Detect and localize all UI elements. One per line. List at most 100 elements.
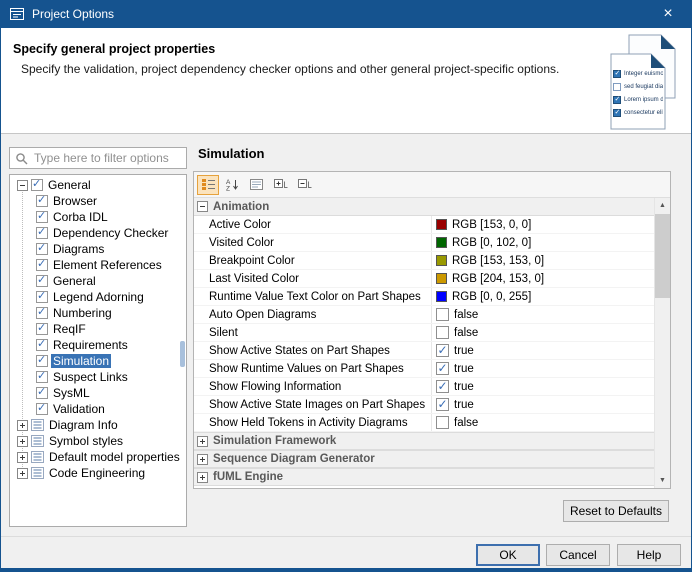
collapse-toggle-icon[interactable] — [17, 180, 28, 191]
property-value[interactable]: RGB [0, 102, 0] — [432, 234, 654, 251]
value-checkbox[interactable] — [436, 416, 449, 429]
scrollbar-thumb[interactable] — [655, 214, 670, 298]
value-checkbox[interactable] — [436, 398, 449, 411]
property-row[interactable]: Breakpoint ColorRGB [153, 153, 0] — [194, 252, 654, 270]
property-row[interactable]: Show Runtime Values on Part Shapestrue — [194, 360, 654, 378]
collapse-all-icon[interactable] — [293, 175, 315, 195]
tree-checkbox[interactable] — [36, 323, 48, 335]
tree-checkbox[interactable] — [36, 403, 48, 415]
color-swatch[interactable] — [436, 291, 447, 302]
tree-checkbox[interactable] — [36, 291, 48, 303]
tree-item[interactable]: SysML — [10, 385, 186, 401]
property-value[interactable]: false — [432, 414, 654, 431]
expand-toggle-icon[interactable] — [17, 468, 28, 479]
tree-checkbox[interactable] — [36, 339, 48, 351]
tree-item[interactable]: Requirements — [10, 337, 186, 353]
cancel-button[interactable]: Cancel — [546, 544, 610, 566]
tree-item[interactable]: Diagrams — [10, 241, 186, 257]
tree-item[interactable]: Suspect Links — [10, 369, 186, 385]
close-icon[interactable]: × — [645, 0, 691, 28]
categorized-view-icon[interactable] — [197, 175, 219, 195]
property-value[interactable]: RGB [0, 0, 255] — [432, 288, 654, 305]
tree-item[interactable]: Code Engineering — [10, 465, 186, 481]
tree-item[interactable]: General — [10, 273, 186, 289]
expand-toggle-icon[interactable] — [17, 452, 28, 463]
sort-alphabetically-icon[interactable]: AZ — [221, 175, 243, 195]
tree-item[interactable]: Legend Adorning — [10, 289, 186, 305]
tree-item[interactable]: ReqIF — [10, 321, 186, 337]
value-checkbox[interactable] — [436, 344, 449, 357]
tree-checkbox[interactable] — [36, 371, 48, 383]
value-checkbox[interactable] — [436, 326, 449, 339]
properties-scrollbar[interactable] — [654, 198, 670, 488]
property-group-row[interactable]: fUML Engine — [194, 468, 654, 486]
property-row[interactable]: Silentfalse — [194, 324, 654, 342]
tree-item[interactable]: General — [10, 177, 186, 193]
property-row[interactable]: Show Active State Images on Part Shapest… — [194, 396, 654, 414]
filter-options-box[interactable] — [9, 147, 187, 169]
property-value[interactable]: true — [432, 378, 654, 395]
tree-checkbox[interactable] — [36, 275, 48, 287]
tree-item[interactable]: Corba IDL — [10, 209, 186, 225]
tree-scrollbar-thumb[interactable] — [180, 341, 185, 367]
property-value[interactable]: true — [432, 396, 654, 413]
property-value[interactable]: true — [432, 360, 654, 377]
tree-checkbox[interactable] — [36, 355, 48, 367]
expand-group-icon[interactable] — [197, 436, 208, 447]
color-swatch[interactable] — [436, 255, 447, 266]
tree-item[interactable]: Validation — [10, 401, 186, 417]
expand-all-icon[interactable] — [269, 175, 291, 195]
tree-item[interactable]: Dependency Checker — [10, 225, 186, 241]
value-checkbox[interactable] — [436, 362, 449, 375]
expand-toggle-icon[interactable] — [17, 436, 28, 447]
property-value[interactable]: false — [432, 306, 654, 323]
tree-item[interactable]: Browser — [10, 193, 186, 209]
property-row[interactable]: Show Held Tokens in Activity Diagramsfal… — [194, 414, 654, 432]
tree-checkbox[interactable] — [36, 387, 48, 399]
ok-button[interactable]: OK — [476, 544, 540, 566]
property-row[interactable]: Runtime Value Text Color on Part ShapesR… — [194, 288, 654, 306]
tree-checkbox[interactable] — [36, 259, 48, 271]
property-value[interactable]: RGB [153, 0, 0] — [432, 216, 654, 233]
tree-item[interactable]: Diagram Info — [10, 417, 186, 433]
expand-group-icon[interactable] — [197, 454, 208, 465]
scroll-down-icon[interactable] — [655, 473, 670, 488]
tree-checkbox[interactable] — [36, 307, 48, 319]
property-row[interactable]: Active ColorRGB [153, 0, 0] — [194, 216, 654, 234]
property-row[interactable]: Last Visited ColorRGB [204, 153, 0] — [194, 270, 654, 288]
tree-item[interactable]: Element References — [10, 257, 186, 273]
filter-options-input[interactable] — [32, 150, 180, 166]
property-value[interactable]: false — [432, 324, 654, 341]
collapse-group-icon[interactable] — [197, 201, 208, 212]
tree-scrollbar[interactable] — [179, 175, 186, 526]
property-value[interactable]: true — [432, 342, 654, 359]
expand-toggle-icon[interactable] — [17, 420, 28, 431]
property-group-row[interactable]: Simulation Framework — [194, 432, 654, 450]
tree-checkbox[interactable] — [31, 179, 43, 191]
tree-item[interactable]: Simulation — [10, 353, 186, 369]
tree-item[interactable]: Default model properties — [10, 449, 186, 465]
color-swatch[interactable] — [436, 237, 447, 248]
property-value[interactable]: RGB [204, 153, 0] — [432, 270, 654, 287]
property-row[interactable]: Show Flowing Informationtrue — [194, 378, 654, 396]
property-group-row[interactable]: Sequence Diagram Generator — [194, 450, 654, 468]
help-button[interactable]: Help — [617, 544, 681, 566]
scroll-up-icon[interactable] — [655, 198, 670, 213]
property-row[interactable]: Visited ColorRGB [0, 102, 0] — [194, 234, 654, 252]
property-group-row[interactable]: Animation — [194, 198, 654, 216]
property-row[interactable]: Show Active States on Part Shapestrue — [194, 342, 654, 360]
tree-checkbox[interactable] — [36, 243, 48, 255]
property-row[interactable]: Auto Open Diagramsfalse — [194, 306, 654, 324]
property-value[interactable]: RGB [153, 153, 0] — [432, 252, 654, 269]
value-checkbox[interactable] — [436, 380, 449, 393]
expand-group-icon[interactable] — [197, 472, 208, 483]
color-swatch[interactable] — [436, 219, 447, 230]
tree-checkbox[interactable] — [36, 211, 48, 223]
titlebar[interactable]: Project Options × — [1, 0, 691, 28]
tree-checkbox[interactable] — [36, 195, 48, 207]
tree-item[interactable]: Symbol styles — [10, 433, 186, 449]
tree-item[interactable]: Numbering — [10, 305, 186, 321]
reset-to-defaults-button[interactable]: Reset to Defaults — [563, 500, 669, 522]
show-description-icon[interactable] — [245, 175, 267, 195]
value-checkbox[interactable] — [436, 308, 449, 321]
